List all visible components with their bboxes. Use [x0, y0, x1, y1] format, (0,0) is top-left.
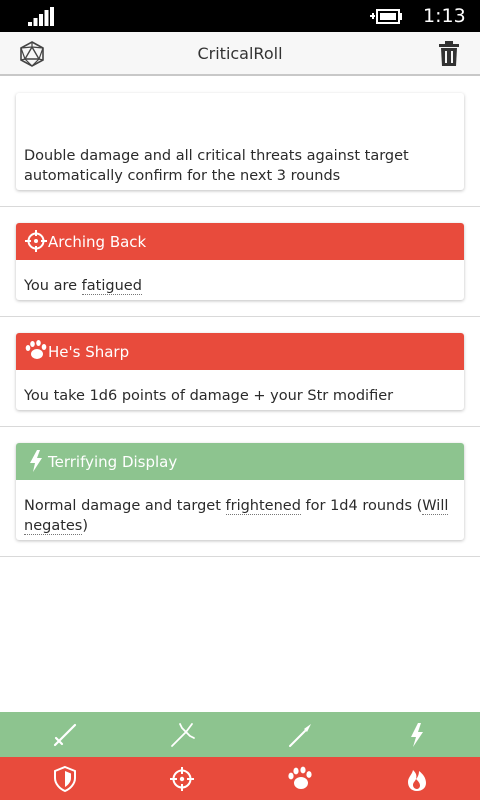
card-hack-and-slash[interactable]: Hack and Slash Double damage and all cri… — [16, 93, 464, 190]
card-description: You take 1d6 points of damage + your Str… — [16, 370, 464, 412]
lightning-icon[interactable] — [403, 721, 431, 749]
status-bar: 1:13 — [0, 0, 480, 32]
card-title: Terrifying Display — [48, 453, 178, 471]
description-text: ) — [82, 518, 89, 534]
card-title: He's Sharp — [48, 343, 130, 361]
battery-charging-icon — [370, 9, 402, 24]
separator — [0, 556, 480, 557]
spear-icon[interactable] — [286, 721, 314, 749]
trident-icon[interactable] — [168, 721, 196, 749]
glossary-term-fatigued[interactable]: fatigued — [81, 278, 142, 295]
card-description: Double damage and all critical threats a… — [16, 130, 464, 192]
description-text: Normal damage and target — [24, 498, 226, 514]
description-text: for 1d4 rounds ( — [300, 498, 423, 514]
paw-icon[interactable] — [286, 765, 314, 793]
trash-icon[interactable] — [437, 41, 461, 67]
card-title: Hack and Slash — [48, 103, 164, 121]
card-terrifying-display[interactable]: Terrifying Display Normal damage and tar… — [16, 443, 464, 540]
card-description: You are fatigued — [16, 260, 464, 302]
card-header: Arching Back — [16, 223, 464, 260]
fire-icon[interactable] — [403, 765, 431, 793]
shield-icon[interactable] — [51, 765, 79, 793]
sword-icon[interactable] — [51, 721, 79, 749]
description-text: Double damage and all critical threats a… — [24, 148, 409, 184]
lightning-icon — [30, 450, 42, 472]
weapon-tab-bar — [0, 712, 480, 757]
description-text: You take 1d6 points of damage + your Str… — [24, 388, 394, 404]
clock: 1:13 — [423, 5, 466, 27]
paw-icon — [25, 340, 47, 359]
app-bar: CriticalRoll — [0, 32, 480, 76]
card-header: Hack and Slash — [16, 93, 464, 130]
sword-icon — [26, 101, 46, 121]
card-list: Hack and Slash Double damage and all cri… — [0, 77, 480, 557]
description-text: You are — [24, 278, 82, 294]
card-header: He's Sharp — [16, 333, 464, 370]
defense-tab-bar — [0, 757, 480, 800]
signal-strength-icon — [28, 7, 54, 26]
crosshair-icon[interactable] — [168, 765, 196, 793]
card-header: Terrifying Display — [16, 443, 464, 480]
glossary-term-frightened[interactable]: frightened — [225, 498, 301, 515]
card-hes-sharp[interactable]: He's Sharp You take 1d6 points of damage… — [16, 333, 464, 410]
card-title: Arching Back — [48, 233, 147, 251]
card-description: Normal damage and target frightened for … — [16, 480, 464, 542]
card-arching-back[interactable]: Arching Back You are fatigued — [16, 223, 464, 300]
app-title: CriticalRoll — [197, 44, 283, 63]
crosshair-icon — [25, 230, 47, 252]
